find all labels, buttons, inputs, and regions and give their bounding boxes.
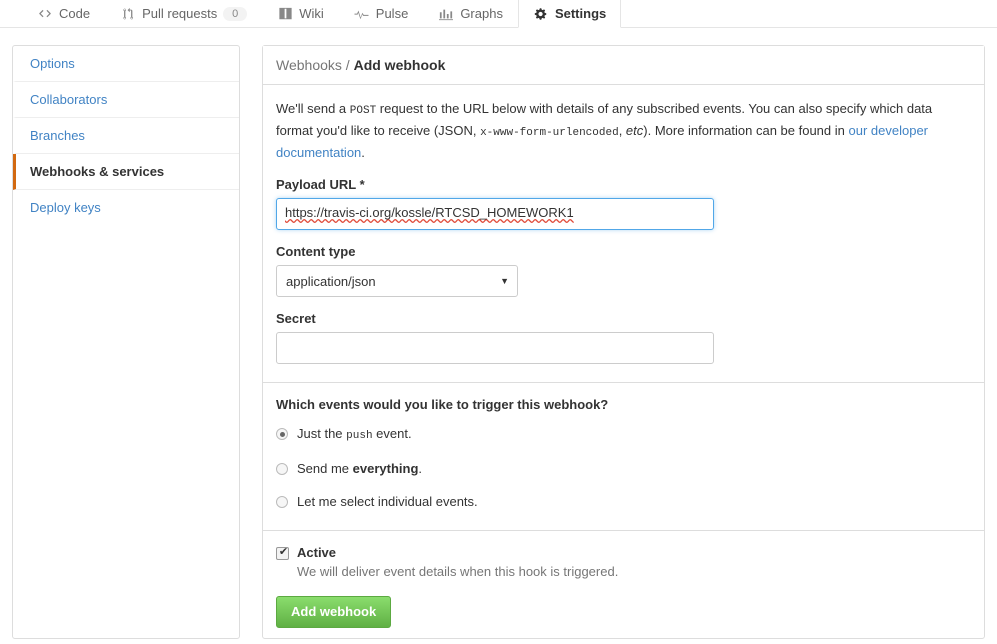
breadcrumb-current: Add webhook [353,57,446,73]
nav-tab-label: Pulse [375,6,409,21]
repo-navigation-bar: Code Pull requests 0 Wiki Pulse Graphs S… [0,0,997,28]
nav-tab-label: Code [59,6,91,21]
sidebar-item-branches[interactable]: Branches [13,118,239,154]
book-icon [277,6,293,22]
nav-tab-label: Pull requests [142,6,218,21]
breadcrumb-separator: / [345,57,350,73]
desc-part-4: ). More information can be found in [643,123,849,138]
sidebar-item-label: Options [30,56,75,71]
desc-part-3: , [618,123,626,138]
nav-tab-label: Graphs [460,6,503,21]
radio-prefix: Just the [297,426,347,441]
active-label: Active [297,545,337,560]
content-type-value: application/json [286,273,376,289]
events-question: Which events would you like to trigger t… [276,397,609,412]
nav-tab-graphs[interactable]: Graphs [423,0,518,27]
content-type-select-wrapper: application/json ▼ [276,265,518,297]
radio-code-push: push [346,430,373,442]
radio-prefix: Send me [297,461,353,476]
radio-button[interactable] [276,428,288,440]
radio-option-everything[interactable]: Send me everything. [276,461,971,477]
desc-part-5: . [361,145,365,160]
sidebar-item-label: Branches [30,128,85,143]
active-section: Active We will deliver event details whe… [263,531,984,638]
radio-bold-everything: everything [352,461,419,476]
settings-page: Options Collaborators Branches Webhooks … [0,28,997,639]
git-pull-request-icon [120,6,136,22]
nav-tab-wiki[interactable]: Wiki [262,0,339,27]
payload-url-value: https://travis-ci.org/kossle/RTCSD_HOMEW… [285,205,574,220]
radio-button[interactable] [276,496,288,508]
radio-suffix: . [418,461,423,476]
nav-tab-pulse[interactable]: Pulse [339,0,424,27]
sidebar-item-label: Webhooks & services [30,164,165,179]
sidebar-item-collaborators[interactable]: Collaborators [13,82,239,118]
pull-requests-counter: 0 [223,6,248,21]
payload-url-label: Payload URL * [276,177,971,192]
desc-code-urlencoded: x-www-form-urlencoded [480,127,619,139]
nav-tab-pull-requests[interactable]: Pull requests 0 [105,0,262,27]
events-section: Which events would you like to trigger t… [263,383,984,531]
radio-suffix: event. [372,426,412,441]
code-icon [37,6,53,22]
radio-option-push-only[interactable]: Just the push event. [276,426,971,444]
radio-label: Send me everything. [297,461,422,477]
radio-button[interactable] [276,463,288,475]
sidebar-item-webhooks-and-services[interactable]: Webhooks & services [13,154,239,190]
add-webhook-card: Webhooks / Add webhook We'll send a POST… [262,45,985,639]
active-help-text: We will deliver event details when this … [297,564,619,579]
webhook-description: We'll send a POST request to the URL bel… [276,99,971,163]
nav-tab-code[interactable]: Code [22,0,105,27]
radio-label: Just the push event. [297,426,412,444]
gear-icon [533,6,549,22]
radio-option-individual-events[interactable]: Let me select individual events. [276,494,971,510]
webhook-form-section: We'll send a POST request to the URL bel… [263,85,984,383]
active-checkbox[interactable] [276,545,290,560]
desc-code-post: POST [349,105,377,117]
add-webhook-button[interactable]: Add webhook [276,596,392,628]
content-type-select[interactable]: application/json [276,265,518,297]
secret-input[interactable] [276,332,714,364]
payload-url-input[interactable]: https://travis-ci.org/kossle/RTCSD_HOMEW… [276,198,714,230]
sidebar-item-label: Deploy keys [30,200,101,215]
sidebar-item-options[interactable]: Options [13,46,239,82]
payload-url-label-text: Payload URL [276,177,356,192]
nav-tab-label: Settings [554,6,607,21]
radio-label: Let me select individual events. [297,494,478,509]
sidebar-item-label: Collaborators [30,92,108,107]
sidebar-item-deploy-keys[interactable]: Deploy keys [13,190,239,225]
breadcrumb: Webhooks / Add webhook [263,46,984,85]
desc-part-1: We'll send a [276,101,350,116]
graph-icon [438,6,454,22]
breadcrumb-parent[interactable]: Webhooks [276,57,342,73]
pulse-icon [354,6,370,22]
required-asterisk: * [359,177,365,192]
secret-label: Secret [276,311,316,326]
nav-tab-settings[interactable]: Settings [517,0,622,28]
content-type-label: Content type [276,244,356,259]
active-checkbox-row[interactable]: Active [276,545,971,561]
settings-sidebar: Options Collaborators Branches Webhooks … [12,45,240,639]
desc-italic-etc: etc [625,123,644,138]
nav-tab-label: Wiki [299,6,324,21]
